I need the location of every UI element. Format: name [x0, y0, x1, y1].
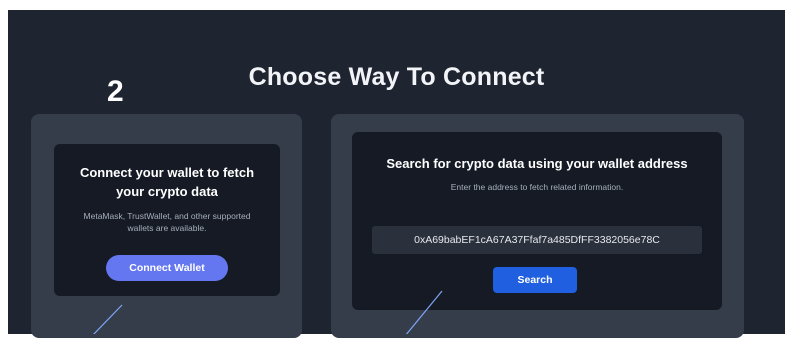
- pointer-line-left: [93, 304, 123, 334]
- pointer-line-right: [405, 290, 443, 334]
- annotation-pointer-lines: [93, 290, 443, 334]
- connect-screen: 2 Choose Way To Connect Connect your wal…: [8, 10, 785, 338]
